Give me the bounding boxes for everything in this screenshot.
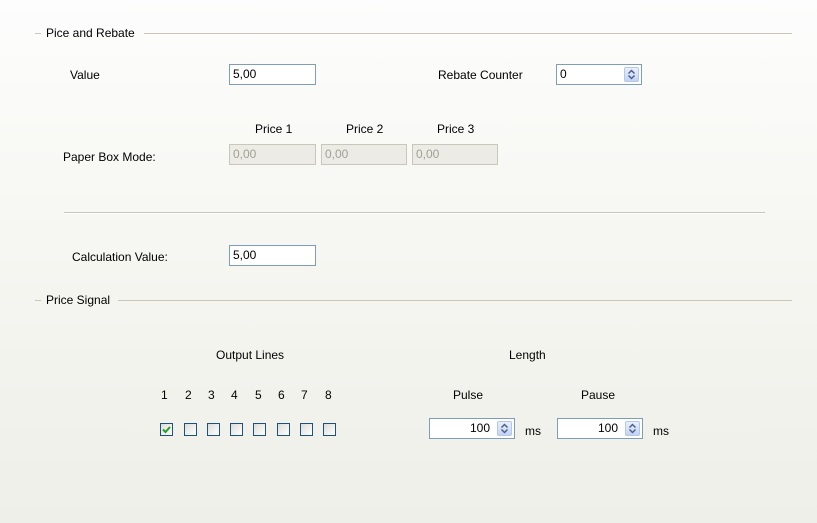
output-line-7-checkbox[interactable]	[300, 423, 313, 436]
length-label: Length	[509, 348, 546, 362]
settings-panel: Pice and Rebate Value 5,00 Rebate Counte…	[0, 0, 817, 523]
rebate-counter-value: 0	[560, 67, 567, 81]
output-line-6-checkbox[interactable]	[277, 423, 290, 436]
section-separator	[64, 212, 765, 214]
calculation-value-label: Calculation Value:	[72, 250, 168, 264]
value-input[interactable]: 5,00	[229, 64, 316, 85]
pulse-unit: ms	[525, 424, 541, 438]
group-price-rebate-line-right	[144, 33, 792, 34]
line-number-3: 3	[208, 388, 215, 402]
line-number-1: 1	[161, 388, 168, 402]
line-number-8: 8	[325, 388, 332, 402]
line-number-7: 7	[301, 388, 308, 402]
price-1-header: Price 1	[255, 122, 293, 136]
output-line-4-checkbox[interactable]	[230, 423, 243, 436]
group-price-rebate-line-left	[35, 33, 41, 34]
rebate-counter-spinbox[interactable]: 0	[556, 64, 642, 85]
check-icon	[162, 426, 171, 434]
group-price-signal-line-right	[118, 300, 792, 301]
price-2-input: 0,00	[321, 144, 407, 165]
line-number-4: 4	[231, 388, 238, 402]
calculation-value-input[interactable]: 5,00	[229, 245, 316, 266]
line-number-6: 6	[278, 388, 285, 402]
pulse-label: Pulse	[453, 388, 484, 402]
price-3-input: 0,00	[412, 144, 498, 165]
pulse-spinbox[interactable]: 100	[429, 418, 515, 439]
output-line-1-checkbox[interactable]	[160, 423, 173, 436]
line-number-2: 2	[185, 388, 192, 402]
output-line-8-checkbox[interactable]	[323, 423, 336, 436]
line-number-5: 5	[255, 388, 262, 402]
pause-spinbox[interactable]: 100	[557, 418, 643, 439]
group-price-signal-title: Price Signal	[46, 293, 111, 307]
output-line-2-checkbox[interactable]	[184, 423, 197, 436]
output-line-5-checkbox[interactable]	[253, 423, 266, 436]
paper-box-mode-label: Paper Box Mode:	[63, 150, 156, 164]
spin-up-down-icon[interactable]	[497, 421, 512, 436]
pause-value: 100	[597, 421, 618, 435]
pause-label: Pause	[581, 388, 616, 402]
output-line-3-checkbox[interactable]	[207, 423, 220, 436]
price-1-input: 0,00	[229, 144, 316, 165]
value-label: Value	[70, 68, 100, 82]
price-3-header: Price 3	[437, 122, 475, 136]
rebate-counter-label: Rebate Counter	[438, 68, 523, 82]
group-price-signal-line-left	[35, 300, 41, 301]
price-2-header: Price 2	[346, 122, 384, 136]
pulse-value: 100	[469, 421, 490, 435]
pause-unit: ms	[653, 424, 669, 438]
output-lines-label: Output Lines	[216, 348, 285, 362]
spin-up-down-icon[interactable]	[625, 421, 640, 436]
spin-up-down-icon[interactable]	[624, 67, 639, 82]
group-price-rebate-title: Pice and Rebate	[46, 26, 135, 40]
